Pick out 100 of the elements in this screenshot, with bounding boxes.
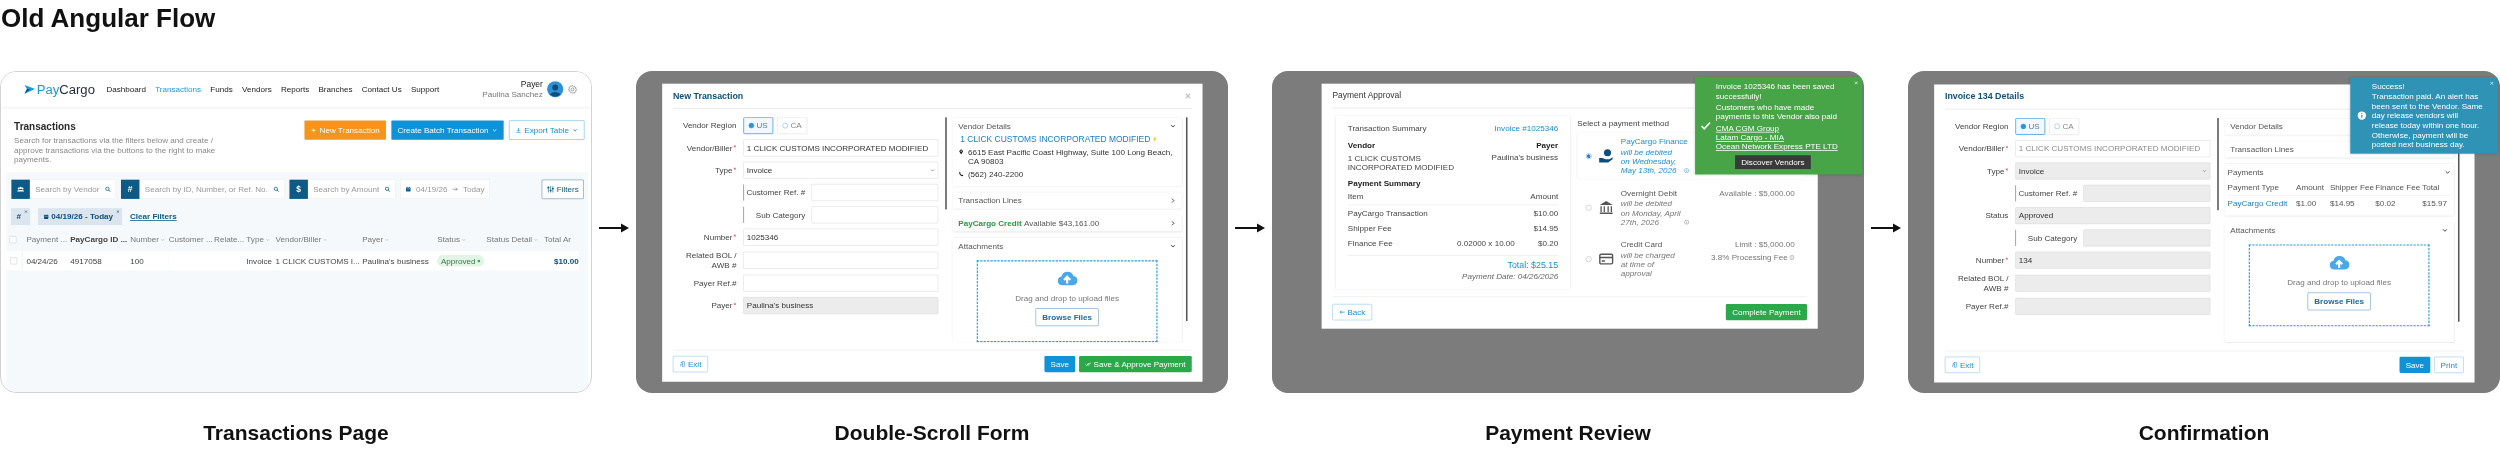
column-header: Status Detail <box>486 235 533 245</box>
field-prefix: $ <box>289 179 308 199</box>
discover-vendors-button[interactable]: Discover Vendors <box>1735 155 1811 170</box>
table-cell-text: Finance Fee <box>1347 239 1394 249</box>
payment-method-card[interactable]: Credit Card will be charged at time of approval Limit : $5,000.00 3.8% Processing Fee <box>1577 236 1807 283</box>
field-prefix: # <box>121 179 140 199</box>
search-field[interactable]: $ Search by Amount <box>288 179 396 199</box>
search-field[interactable]: # Search by ID, Number, or Ref. No. <box>120 179 285 199</box>
table-cell-text: Shipper Fee <box>1347 223 1393 233</box>
table-cell: $10.00 <box>1533 208 1559 218</box>
people-icon <box>16 185 25 194</box>
payment-type-link[interactable]: PayCargo Credit <box>2227 198 2297 208</box>
invoice-link[interactable]: Invoice #1025346 <box>1494 123 1559 133</box>
logo-text: PayCargo <box>36 81 95 97</box>
user-name: Paulina Sanchez <box>482 89 543 99</box>
checkbox[interactable] <box>9 236 17 244</box>
vendor-link[interactable]: CMA CGM Group <box>1715 123 1780 133</box>
nav-link[interactable]: Funds <box>210 84 233 94</box>
exit-button[interactable]: Exit <box>672 356 708 373</box>
column-label: Vendor <box>1347 140 1376 150</box>
check-icon <box>1700 120 1712 131</box>
exit-button[interactable]: Exit <box>1944 356 1980 373</box>
field-label: Type <box>715 165 733 175</box>
method-note: will be debited on Monday, April 27th, 2026 <box>1620 199 1682 227</box>
method-note: will be charged at time of approval <box>1620 250 1676 279</box>
checkbox[interactable] <box>10 257 18 265</box>
coin-hand-icon <box>1598 148 1614 164</box>
nav-link[interactable]: Vendors <box>242 84 272 94</box>
table-cell-text: $1.00 <box>2296 198 2318 208</box>
back-button[interactable]: Back <box>1332 304 1372 321</box>
vendor-name: 1 CLICK CUSTOMS INCORPORATED MODIFIED <box>1347 152 1455 173</box>
methods-heading: Select a payment method <box>1577 118 1669 128</box>
nav-link[interactable]: Branches <box>318 84 353 94</box>
batch-transaction-button[interactable]: Create Batch Transaction <box>391 120 504 140</box>
filter-chip[interactable]: # <box>11 208 31 226</box>
nav-link[interactable]: Transactions <box>155 84 202 94</box>
summary-heading: Transaction Summary <box>1347 123 1427 133</box>
column-header: Type <box>246 235 264 245</box>
column-header: Customer ... <box>168 235 213 245</box>
location-pin-icon <box>958 149 965 155</box>
print-button[interactable]: Print <box>2434 356 2464 373</box>
info-icon <box>2357 110 2367 121</box>
status-badge: Approved <box>437 255 484 267</box>
text-field[interactable]: 1025346 <box>743 228 939 246</box>
filters-button[interactable]: Filters <box>541 179 584 199</box>
column-header: Item <box>1347 192 1364 202</box>
column-header: Vendor/Biller <box>275 235 322 245</box>
field-label: Vendor/Biller <box>1958 144 2005 154</box>
table-cell: 1 CLICK CUSTOMS I... <box>275 251 363 271</box>
nav-link[interactable]: Reports <box>280 84 310 94</box>
nav-link[interactable]: Dashboard <box>106 84 146 94</box>
field-label: Payer <box>711 301 733 311</box>
step-caption: Transactions Page <box>203 421 389 445</box>
field-label: Sub Category <box>755 210 806 220</box>
step-caption: Payment Review <box>1485 421 1651 445</box>
field-label: Vendor Region <box>682 121 737 131</box>
vendor-link[interactable]: Latam Cargo - MIA <box>1715 132 1785 143</box>
column-header: Payer <box>362 235 384 245</box>
field-label: Number <box>1975 255 2005 265</box>
radio-button[interactable] <box>1585 153 1592 159</box>
drop-hint: Drag and drop to upload files <box>2287 277 2391 288</box>
field-label: Payer Ref.# <box>1965 301 2009 311</box>
method-limit: Limit : $5,000.00 <box>1733 239 1795 250</box>
browse-files-button[interactable]: Browse Files <box>2307 292 2371 311</box>
column-header: Total <box>2422 182 2441 193</box>
toast-title: Success! <box>2371 81 2405 92</box>
filter-icon <box>546 185 555 194</box>
method-fee: 3.8% Processing Fee <box>1711 252 1788 263</box>
page-description: Search for transactions via the filters below and create / approve transactions via the buttons to the right to make payments. <box>14 135 217 165</box>
method-name: Credit Card <box>1620 239 1664 250</box>
column-header: Payment ... <box>26 235 68 245</box>
phone-icon <box>958 171 965 178</box>
field-label: Status <box>1985 211 2009 221</box>
table-cell: $0.20 <box>1537 239 1559 249</box>
clear-filters-link[interactable]: Clear Filters <box>130 212 177 222</box>
search-field[interactable]: 1 CLICK CUSTOMS INCORPORATED MODIFIED <box>743 139 939 157</box>
payment-method-card[interactable]: Overnight Debit will be debited on Monday, April 27th, 2026 Available : $5,000.00 <box>1577 184 1807 231</box>
browse-files-button[interactable]: Browse Files <box>1035 308 1099 326</box>
nav-link[interactable]: Contact Us <box>361 84 402 94</box>
field-label: Vendor Region <box>1954 121 2009 131</box>
radio-option[interactable]: US <box>743 117 774 135</box>
select-field[interactable]: Invoice <box>743 161 939 179</box>
page-heading: Transactions <box>14 120 77 133</box>
nav-link[interactable]: Support <box>410 84 440 94</box>
table-cell-text: $14.95 <box>2329 198 2356 208</box>
column-header: Finance Fee <box>2375 182 2422 193</box>
export-table-button[interactable]: Export Table <box>508 120 585 140</box>
save-button[interactable]: Save <box>1044 356 1076 373</box>
vendor-phone: (562) 240-2200 <box>967 169 1024 180</box>
radio-option[interactable]: US <box>2015 117 2046 135</box>
table-cell-text: PayCargo Transaction <box>1347 208 1429 218</box>
column-header: Shipper Fee <box>2329 182 2375 193</box>
toast-message: Customers who have made payments to this Vendor also paid <box>1715 102 1839 122</box>
method-limit: Available : $5,000.00 <box>1719 188 1795 198</box>
save-button[interactable]: Save <box>2399 356 2431 373</box>
toast-title: Invoice 1025346 has been saved successfully! <box>1715 82 1836 101</box>
table-cell: $10.00 <box>544 251 579 271</box>
filter-chip[interactable]: 04/19/26 - Today <box>37 208 123 226</box>
avatar-icon[interactable] <box>546 80 564 98</box>
total-amount: Total: $25.15 <box>1506 259 1559 271</box>
